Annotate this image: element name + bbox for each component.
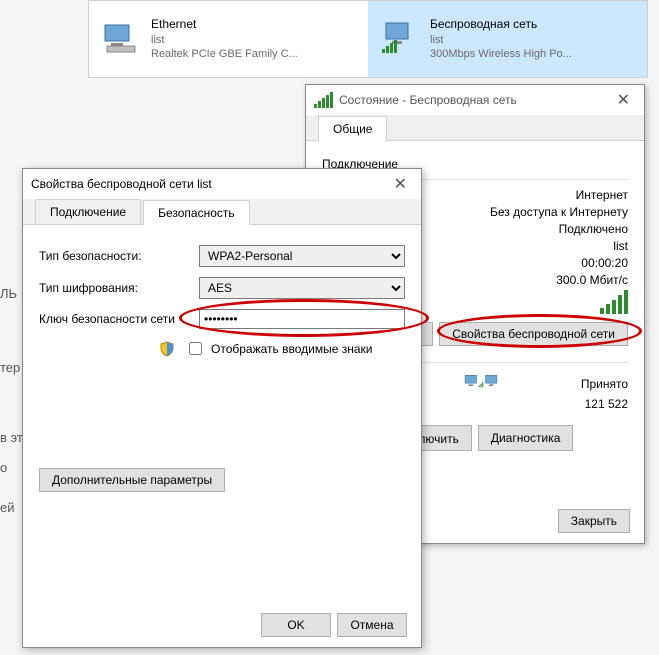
show-characters-label: Отображать вводимые знаки — [211, 342, 372, 356]
shield-icon — [159, 341, 175, 357]
props-tabs: Подключение Безопасность — [23, 199, 421, 225]
wifi-adapter-icon — [380, 19, 420, 59]
props-titlebar[interactable]: Свойства беспроводной сети list ✕ — [23, 169, 421, 199]
close-button[interactable]: Закрыть — [558, 509, 630, 533]
close-icon[interactable]: ✕ — [611, 90, 636, 110]
ethernet-adapter-icon — [101, 19, 141, 59]
ethernet-network-name: list — [151, 33, 298, 47]
bg-text: ЛЬ — [0, 286, 17, 301]
bg-text: ей — [0, 500, 15, 515]
diagnose-button[interactable]: Диагностика — [478, 425, 574, 451]
security-key-input[interactable] — [199, 309, 405, 329]
close-icon[interactable]: ✕ — [388, 174, 413, 194]
duration-value: 00:00:20 — [581, 256, 628, 270]
network-connections-panel: Ethernet list Realtek PCIe GBE Family C.… — [88, 0, 648, 78]
security-type-select[interactable]: WPA2-Personal — [199, 245, 405, 267]
ssid-value: list — [613, 239, 628, 253]
activity-computers-icon — [464, 373, 498, 395]
tab-security[interactable]: Безопасность — [143, 200, 250, 225]
media-value: Подключено — [559, 222, 628, 236]
activity-recv-value: 121 522 — [585, 397, 628, 411]
status-titlebar[interactable]: Состояние - Беспроводная сеть ✕ — [306, 85, 644, 115]
wireless-properties-button[interactable]: Свойства беспроводной сети — [439, 322, 628, 346]
ipv4-value: Интернет — [576, 188, 628, 202]
network-item-wireless[interactable]: Беспроводная сеть list 300Mbps Wireless … — [368, 1, 647, 77]
status-window-title: Состояние - Беспроводная сеть — [339, 93, 611, 107]
encryption-type-label: Тип шифрования: — [39, 281, 199, 295]
ethernet-title: Ethernet — [151, 17, 298, 33]
wireless-title: Беспроводная сеть — [430, 17, 572, 33]
ipv6-value: Без доступа к Интернету — [490, 205, 628, 219]
status-tabs: Общие — [306, 115, 644, 141]
network-item-ethernet[interactable]: Ethernet list Realtek PCIe GBE Family C.… — [89, 1, 368, 77]
cancel-button[interactable]: Отмена — [337, 613, 407, 637]
security-type-label: Тип безопасности: — [39, 249, 199, 263]
bg-text: тер — [0, 360, 20, 375]
wireless-properties-window: Свойства беспроводной сети list ✕ Подклю… — [22, 168, 422, 648]
props-window-title: Свойства беспроводной сети list — [31, 177, 388, 191]
tab-general[interactable]: Общие — [318, 116, 387, 141]
activity-recv-label: Принято — [581, 377, 628, 391]
ok-button[interactable]: OK — [261, 613, 331, 637]
security-key-label: Ключ безопасности сети — [39, 312, 199, 326]
signal-bars-icon — [314, 92, 333, 108]
signal-bars-icon — [600, 290, 628, 314]
bg-text: о — [0, 460, 7, 475]
bg-text: в эт — [0, 430, 23, 445]
tab-connection[interactable]: Подключение — [35, 199, 141, 224]
wireless-network-name: list — [430, 33, 572, 47]
ethernet-adapter-name: Realtek PCIe GBE Family C... — [151, 47, 298, 61]
speed-value: 300.0 Мбит/с — [556, 273, 628, 287]
encryption-type-select[interactable]: AES — [199, 277, 405, 299]
wireless-adapter-name: 300Mbps Wireless High Po... — [430, 47, 572, 61]
show-characters-checkbox[interactable] — [189, 342, 202, 355]
advanced-settings-button[interactable]: Дополнительные параметры — [39, 468, 225, 492]
